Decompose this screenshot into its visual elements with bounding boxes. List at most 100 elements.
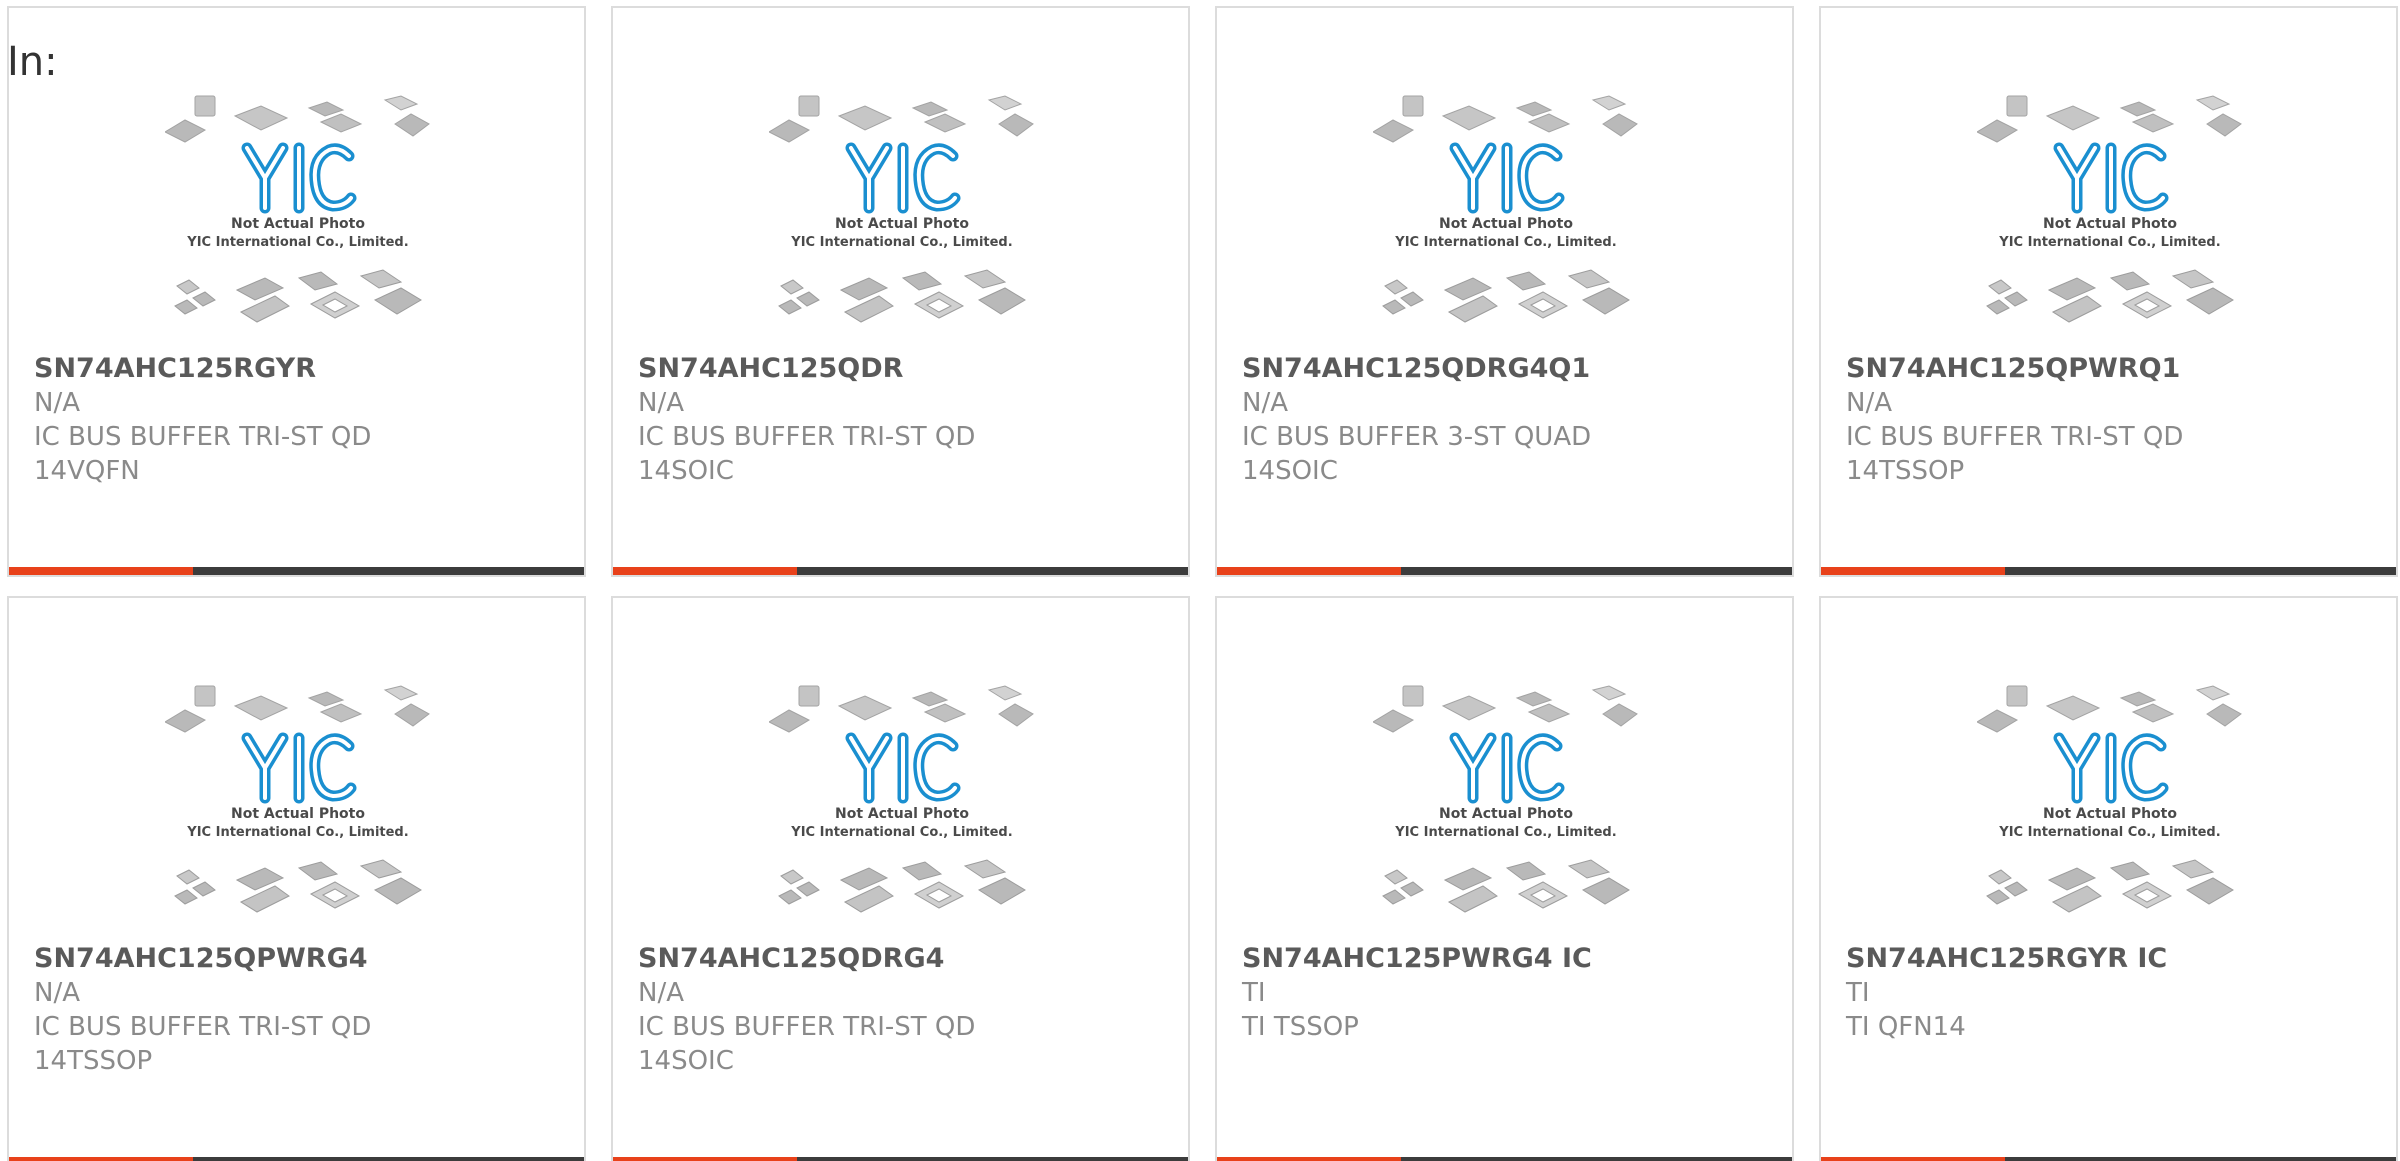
product-photo-placeholder[interactable]: Not Actual Photo YIC International Co., …	[165, 682, 431, 922]
product-part-number[interactable]: SN74AHC125QDRG4Q1	[1242, 352, 1772, 386]
card-bottom-bar	[613, 567, 1188, 575]
yic-logo-icon	[241, 732, 357, 804]
product-description: IC BUS BUFFER TRI-ST QD 14VQFN	[34, 422, 372, 486]
chip-packages-top-icon	[1977, 685, 2242, 733]
product-part-number[interactable]: SN74AHC125RGYR IC	[1846, 942, 2376, 976]
photo-caption-line2: YIC International Co., Limited.	[790, 825, 1012, 840]
photo-caption-line1: Not Actual Photo	[231, 806, 365, 822]
product-part-number[interactable]: SN74AHC125QDR	[638, 352, 1168, 386]
product-card[interactable]: Not Actual Photo YIC International Co., …	[7, 596, 586, 1161]
product-card[interactable]: Not Actual Photo YIC International Co., …	[1819, 6, 2398, 577]
product-manufacturer: N/A	[34, 388, 80, 418]
product-part-number[interactable]: SN74AHC125RGYR	[34, 352, 564, 386]
product-part-number[interactable]: SN74AHC125PWRG4 IC	[1242, 942, 1772, 976]
photo-caption-line1: Not Actual Photo	[2043, 806, 2177, 822]
chip-packages-top-icon	[1977, 95, 2242, 143]
photo-caption-line1: Not Actual Photo	[835, 216, 969, 232]
product-photo-placeholder[interactable]: Not Actual Photo YIC International Co., …	[1977, 682, 2243, 922]
not-actual-photo-image: Not Actual Photo YIC International Co., …	[1977, 685, 2242, 913]
card-bar-accent	[613, 567, 797, 575]
card-bottom-bar	[1217, 567, 1792, 575]
yic-logo-icon	[1449, 732, 1565, 804]
chip-packages-bottom-icon	[1986, 269, 2234, 323]
product-manufacturer: N/A	[638, 978, 684, 1008]
product-card[interactable]: Not Actual Photo YIC International Co., …	[611, 6, 1190, 577]
product-info: SN74AHC125PWRG4 IC TI TI TSSOP	[1242, 942, 1772, 1044]
card-bottom-bar	[9, 567, 584, 575]
product-info: SN74AHC125QDR N/A IC BUS BUFFER TRI-ST Q…	[638, 352, 1168, 488]
not-actual-photo-image: Not Actual Photo YIC International Co., …	[1373, 95, 1638, 323]
card-bottom-bar	[1821, 567, 2396, 575]
yic-logo-icon	[845, 732, 961, 804]
card-bar-accent	[1217, 1157, 1401, 1161]
product-info: SN74AHC125RGYR N/A IC BUS BUFFER TRI-ST …	[34, 352, 564, 488]
chip-packages-bottom-icon	[174, 859, 422, 913]
product-description: IC BUS BUFFER TRI-ST QD 14TSSOP	[1846, 422, 2184, 486]
product-description: TI QFN14	[1846, 1012, 1966, 1042]
product-part-number[interactable]: SN74AHC125QPWRQ1	[1846, 352, 2376, 386]
product-photo-placeholder[interactable]: Not Actual Photo YIC International Co., …	[1373, 682, 1639, 922]
product-photo-placeholder[interactable]: Not Actual Photo YIC International Co., …	[1977, 92, 2243, 332]
card-bottom-bar	[1821, 1157, 2396, 1161]
card-bottom-bar	[1217, 1157, 1792, 1161]
chip-packages-top-icon	[165, 95, 430, 143]
card-bottom-bar	[9, 1157, 584, 1161]
product-description: IC BUS BUFFER TRI-ST QD 14SOIC	[638, 1012, 976, 1076]
chip-packages-top-icon	[1373, 95, 1638, 143]
product-manufacturer: TI	[1846, 978, 1870, 1008]
product-photo-placeholder[interactable]: Not Actual Photo YIC International Co., …	[769, 682, 1035, 922]
yic-logo-icon	[845, 142, 961, 214]
product-manufacturer: N/A	[34, 978, 80, 1008]
photo-caption-line2: YIC International Co., Limited.	[186, 825, 408, 840]
card-bar-accent	[9, 567, 193, 575]
product-manufacturer: N/A	[1846, 388, 1892, 418]
product-info: SN74AHC125RGYR IC TI TI QFN14	[1846, 942, 2376, 1044]
not-actual-photo-image: Not Actual Photo YIC International Co., …	[1977, 95, 2242, 323]
chip-packages-top-icon	[1373, 685, 1638, 733]
product-card[interactable]: Not Actual Photo YIC International Co., …	[1215, 596, 1794, 1161]
in-label: In:	[7, 39, 58, 85]
product-photo-placeholder[interactable]: Not Actual Photo YIC International Co., …	[165, 92, 431, 332]
chip-packages-top-icon	[165, 685, 430, 733]
card-bar-accent	[1821, 1157, 2005, 1161]
chip-packages-bottom-icon	[174, 269, 422, 323]
photo-caption-line2: YIC International Co., Limited.	[186, 235, 408, 250]
product-card[interactable]: Not Actual Photo YIC International Co., …	[7, 6, 586, 577]
product-manufacturer: TI	[1242, 978, 1266, 1008]
chip-packages-bottom-icon	[778, 859, 1026, 913]
not-actual-photo-image: Not Actual Photo YIC International Co., …	[769, 95, 1034, 323]
not-actual-photo-image: Not Actual Photo YIC International Co., …	[1373, 685, 1638, 913]
not-actual-photo-image: Not Actual Photo YIC International Co., …	[165, 685, 430, 913]
photo-caption-line2: YIC International Co., Limited.	[1394, 235, 1616, 250]
product-card[interactable]: Not Actual Photo YIC International Co., …	[1215, 6, 1794, 577]
product-part-number[interactable]: SN74AHC125QDRG4	[638, 942, 1168, 976]
product-info: SN74AHC125QPWRQ1 N/A IC BUS BUFFER TRI-S…	[1846, 352, 2376, 488]
product-listing-page: In: Not Actual Photo YIC International C…	[0, 0, 2400, 1161]
photo-caption-line1: Not Actual Photo	[2043, 216, 2177, 232]
chip-packages-bottom-icon	[1986, 859, 2234, 913]
product-info: SN74AHC125QDRG4Q1 N/A IC BUS BUFFER 3-ST…	[1242, 352, 1772, 488]
photo-caption-line2: YIC International Co., Limited.	[1394, 825, 1616, 840]
product-info: SN74AHC125QPWRG4 N/A IC BUS BUFFER TRI-S…	[34, 942, 564, 1078]
product-card[interactable]: Not Actual Photo YIC International Co., …	[611, 596, 1190, 1161]
product-card[interactable]: Not Actual Photo YIC International Co., …	[1819, 596, 2398, 1161]
product-info: SN74AHC125QDRG4 N/A IC BUS BUFFER TRI-ST…	[638, 942, 1168, 1078]
not-actual-photo-image: Not Actual Photo YIC International Co., …	[165, 95, 430, 323]
product-photo-placeholder[interactable]: Not Actual Photo YIC International Co., …	[1373, 92, 1639, 332]
chip-packages-bottom-icon	[778, 269, 1026, 323]
photo-caption-line1: Not Actual Photo	[1439, 216, 1573, 232]
photo-caption-line1: Not Actual Photo	[231, 216, 365, 232]
product-part-number[interactable]: SN74AHC125QPWRG4	[34, 942, 564, 976]
product-manufacturer: N/A	[1242, 388, 1288, 418]
yic-logo-icon	[1449, 142, 1565, 214]
chip-packages-bottom-icon	[1382, 859, 1630, 913]
chip-packages-bottom-icon	[1382, 269, 1630, 323]
card-bar-accent	[1821, 567, 2005, 575]
photo-caption-line2: YIC International Co., Limited.	[1998, 825, 2220, 840]
chip-packages-top-icon	[769, 685, 1034, 733]
product-photo-placeholder[interactable]: Not Actual Photo YIC International Co., …	[769, 92, 1035, 332]
not-actual-photo-image: Not Actual Photo YIC International Co., …	[769, 685, 1034, 913]
product-description: TI TSSOP	[1242, 1012, 1359, 1042]
card-bar-accent	[1217, 567, 1401, 575]
product-grid: Not Actual Photo YIC International Co., …	[7, 6, 2398, 1161]
